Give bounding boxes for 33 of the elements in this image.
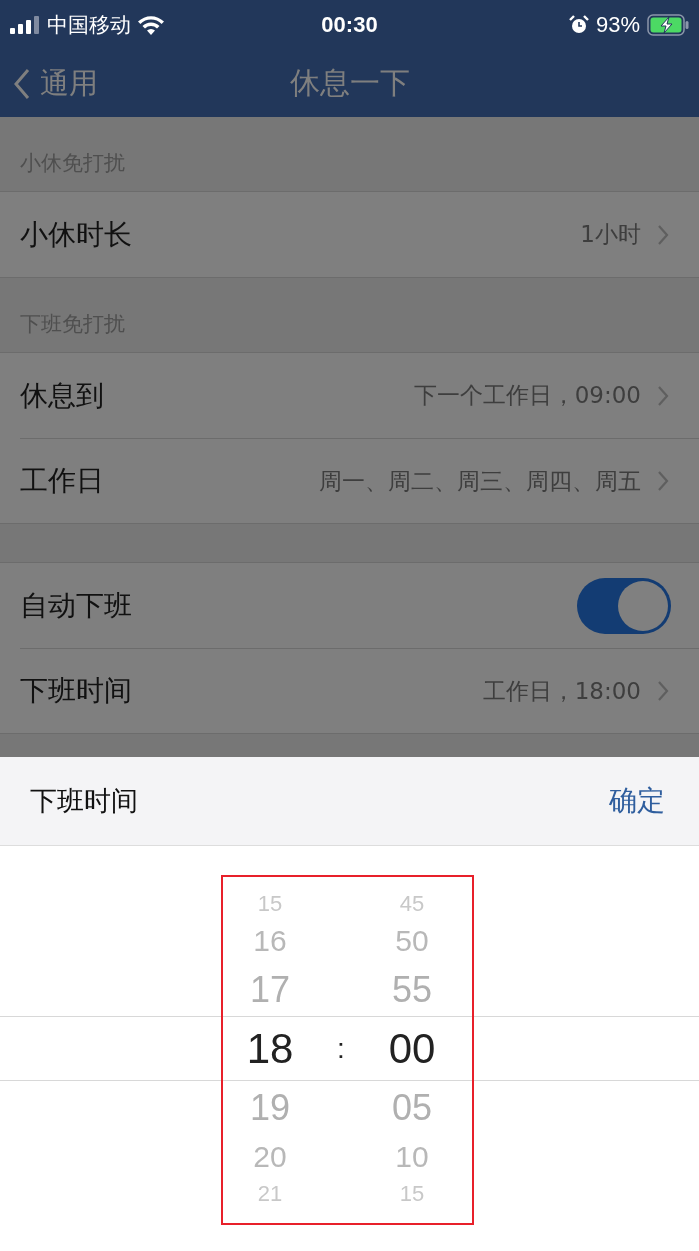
settings-row[interactable]: 自动下班 [0,563,699,648]
back-button[interactable]: 通用 [0,63,98,104]
signal-icon [10,16,40,34]
minute-option[interactable]: 10 [395,1142,429,1172]
chevron-left-icon [14,67,30,100]
minute-option[interactable]: 05 [391,1090,432,1126]
minute-option[interactable]: 50 [395,926,429,956]
hour-option[interactable]: 16 [253,926,287,956]
chevron-right-icon [657,223,669,246]
minute-option[interactable]: 00 [388,1028,436,1070]
settings-row[interactable]: 小休时长 1小时 [0,192,699,277]
sheet-title: 下班时间 [30,784,138,818]
page-title: 休息一下 [289,64,410,102]
chevron-right-icon [657,384,669,407]
status-time: 00:30 [321,12,378,38]
hour-option[interactable]: 20 [253,1142,287,1172]
chevron-right-icon [657,470,669,492]
settings-row[interactable]: 工作日 周一、周二、周三、周四、周五 [20,438,699,523]
settings-row[interactable]: 下班时间 工作日，18:00 [20,648,699,733]
hour-option[interactable]: 17 [249,972,290,1008]
confirm-button[interactable]: 确定 [605,776,669,826]
back-label[interactable]: 通用 [40,63,98,104]
time-separator: : [337,1032,345,1066]
battery-charging-icon [647,14,689,36]
carrier-name: 中国移动 [47,12,131,39]
chevron-right-icon [657,680,669,702]
minute-option[interactable]: 55 [391,972,432,1008]
hour-option[interactable]: 18 [246,1028,294,1070]
wifi-icon [138,15,164,35]
settings-row[interactable]: 休息到 下一个工作日，09:00 [0,353,699,438]
alarm-clock-icon [568,15,589,35]
battery-percent: 93% [595,12,640,38]
hour-option[interactable]: 19 [249,1090,290,1126]
